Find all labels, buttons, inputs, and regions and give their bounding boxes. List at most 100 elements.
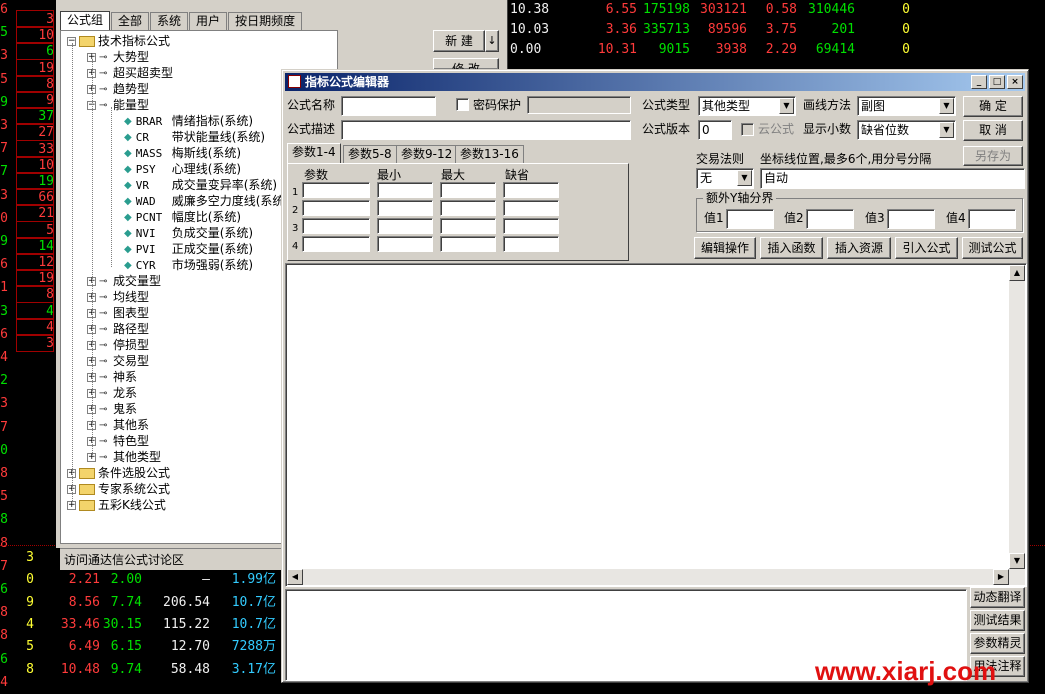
password-checkbox[interactable]: [456, 98, 469, 111]
y-value-input[interactable]: [887, 209, 935, 229]
tree-node[interactable]: ◆ PSY 心理线(系统): [124, 161, 241, 177]
tab-all[interactable]: 全部: [111, 12, 150, 30]
new-formula-button[interactable]: 新 建: [433, 30, 485, 52]
coord-input[interactable]: 自动: [760, 168, 1025, 189]
minimize-icon[interactable]: _: [971, 75, 987, 89]
tree-node[interactable]: + ⊸ 龙系: [87, 385, 137, 401]
code-horizontal-scrollbar[interactable]: ◀ ▶: [287, 569, 1025, 585]
tab-by-frequency[interactable]: 按日期频度: [228, 12, 303, 30]
tree-node[interactable]: ◆ NVI 负成交量(系统): [124, 225, 253, 241]
tree-node[interactable]: + ⊸ 交易型: [87, 353, 149, 369]
y-value-input[interactable]: [726, 209, 774, 229]
param-cell-input[interactable]: [440, 236, 496, 252]
tree-node[interactable]: + ⊸ 趋势型: [87, 81, 149, 97]
tab-params-13-16[interactable]: 参数13-16: [455, 145, 524, 163]
tree-node[interactable]: + ⊸ 停损型: [87, 337, 149, 353]
quote-cell: 4: [0, 674, 8, 690]
formula-desc-input[interactable]: [341, 120, 631, 140]
trade-rule-select[interactable]: 无 ▼: [696, 168, 754, 189]
quote-cell: 6.55: [605, 2, 637, 17]
formula-icon: ◆: [124, 227, 132, 239]
tab-params-9-12[interactable]: 参数9-12: [396, 145, 458, 163]
decimals-select[interactable]: 缺省位数 ▼: [857, 120, 956, 140]
y-value-input[interactable]: [806, 209, 854, 229]
tree-node[interactable]: + ⊸ 路径型: [87, 321, 149, 337]
tree-toggle-icon[interactable]: +: [67, 501, 76, 510]
editor-title-bar[interactable]: 指标公式编辑器 _ □ ×: [285, 73, 1025, 91]
param-cell-input[interactable]: [302, 236, 370, 252]
scroll-left-icon[interactable]: ◀: [287, 569, 303, 585]
cancel-button[interactable]: 取 消: [963, 120, 1023, 141]
action-button[interactable]: 插入资源: [827, 237, 891, 259]
param-cell-input[interactable]: [503, 200, 559, 216]
formula-type-select[interactable]: 其他类型 ▼: [698, 96, 796, 116]
param-cell-input[interactable]: [503, 236, 559, 252]
action-button[interactable]: 引入公式: [895, 237, 958, 259]
tab-system[interactable]: 系统: [150, 12, 189, 30]
tree-node[interactable]: + 条件选股公式: [67, 465, 170, 481]
tree-node[interactable]: + ⊸ 均线型: [87, 289, 149, 305]
tree-node[interactable]: + ⊸ 特色型: [87, 433, 149, 449]
tree-node[interactable]: ◆ PVI 正成交量(系统): [124, 241, 253, 257]
tab-formula-group[interactable]: 公式组: [60, 11, 111, 31]
param-cell-input[interactable]: [302, 200, 370, 216]
tree-node[interactable]: − 技术指标公式: [67, 33, 170, 49]
tree-node[interactable]: + ⊸ 神系: [87, 369, 137, 385]
tree-node[interactable]: ◆ PCNT 幅度比(系统): [124, 209, 241, 225]
maximize-icon[interactable]: □: [989, 75, 1005, 89]
tree-node[interactable]: + 五彩K线公式: [67, 497, 166, 513]
formula-name-input[interactable]: [341, 96, 436, 116]
param-cell-input[interactable]: [440, 200, 496, 216]
formula-code: PVI: [135, 243, 156, 256]
quote-cell: 5: [26, 639, 34, 655]
tree-node[interactable]: ◆ WAD 威廉多空力度线(系统): [124, 193, 289, 209]
param-cell-input[interactable]: [503, 218, 559, 234]
action-button[interactable]: 编辑操作: [694, 237, 756, 259]
side-button[interactable]: 参数精灵: [970, 633, 1025, 654]
param-row-number: 3: [292, 223, 299, 234]
scroll-right-icon[interactable]: ▶: [993, 569, 1009, 585]
tree-node[interactable]: + ⊸ 大势型: [87, 49, 149, 65]
tree-node[interactable]: + ⊸ 其他系: [87, 417, 149, 433]
tab-user[interactable]: 用户: [189, 12, 228, 30]
side-button[interactable]: 测试结果: [970, 610, 1025, 631]
quote-cell: 10.7亿: [231, 616, 276, 632]
scroll-up-icon[interactable]: ▲: [1009, 265, 1025, 281]
action-button[interactable]: 测试公式: [962, 237, 1023, 259]
tree-node[interactable]: + ⊸ 其他类型: [87, 449, 161, 465]
formula-version-input[interactable]: 0: [698, 120, 732, 140]
ok-button[interactable]: 确 定: [963, 96, 1023, 117]
param-cell-input[interactable]: [503, 182, 559, 198]
tree-node[interactable]: + ⊸ 图表型: [87, 305, 149, 321]
draw-method-select[interactable]: 副图 ▼: [857, 96, 956, 116]
new-formula-dropdown[interactable]: ↓: [485, 30, 499, 52]
tree-node[interactable]: ◆ VR 成交量变异率(系统): [124, 177, 277, 193]
tab-params-1-4[interactable]: 参数1-4: [287, 143, 341, 163]
param-cell-input[interactable]: [377, 200, 433, 216]
tree-node[interactable]: ◆ CYR 市场强弱(系统): [124, 257, 253, 273]
tree-node[interactable]: ◆ MASS 梅斯线(系统): [124, 145, 241, 161]
tree-node[interactable]: ◆ BRAR 情绪指标(系统): [124, 113, 253, 129]
scroll-down-icon[interactable]: ▼: [1009, 553, 1025, 569]
param-cell-input[interactable]: [377, 218, 433, 234]
tree-node[interactable]: + ⊸ 鬼系: [87, 401, 137, 417]
tree-node[interactable]: ◆ CR 带状能量线(系统): [124, 129, 265, 145]
close-icon[interactable]: ×: [1007, 75, 1023, 89]
tab-params-5-8[interactable]: 参数5-8: [343, 145, 397, 163]
code-vertical-scrollbar[interactable]: ▲ ▼: [1009, 265, 1025, 569]
param-cell-input[interactable]: [377, 182, 433, 198]
param-cell-input[interactable]: [440, 182, 496, 198]
action-button[interactable]: 插入函数: [760, 237, 823, 259]
tree-node[interactable]: + ⊸ 成交量型: [87, 273, 161, 289]
param-cell-input[interactable]: [377, 236, 433, 252]
side-button[interactable]: 动态翻译: [970, 587, 1025, 608]
tree-node-label: 条件选股公式: [98, 466, 171, 480]
param-cell-input[interactable]: [440, 218, 496, 234]
param-cell-input[interactable]: [302, 182, 370, 198]
tree-node[interactable]: + 专家系统公式: [67, 481, 170, 497]
formula-code-editor[interactable]: ▲ ▼ ◀ ▶: [285, 263, 1027, 587]
tree-node[interactable]: + ⊸ 超买超卖型: [87, 65, 173, 81]
param-cell-input[interactable]: [302, 218, 370, 234]
tree-node[interactable]: − ⊸ 能量型: [87, 97, 149, 113]
y-value-input[interactable]: [968, 209, 1016, 229]
